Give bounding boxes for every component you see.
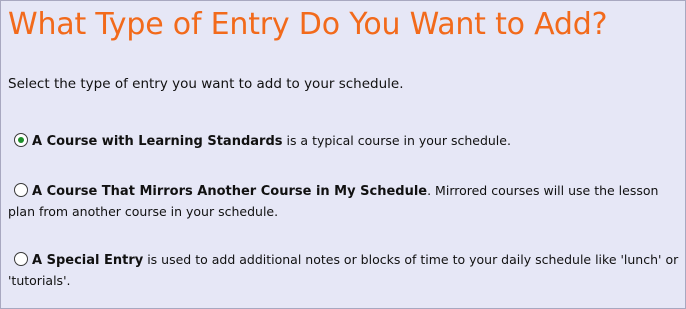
option-label: A Special Entry [32, 253, 144, 268]
radio-button[interactable] [14, 252, 28, 266]
page-title: What Type of Entry Do You Want to Add? [8, 7, 608, 42]
option-description: is a typical course in your schedule. [282, 133, 511, 148]
option-special-entry[interactable]: A Special Entry is used to add additiona… [8, 250, 680, 291]
option-course-with-standards[interactable]: A Course with Learning Standards is a ty… [8, 131, 680, 152]
option-label: A Course with Learning Standards [32, 134, 283, 149]
option-mirrored-course[interactable]: A Course That Mirrors Another Course in … [8, 181, 680, 222]
radio-button-selected[interactable] [14, 133, 28, 147]
option-label: A Course That Mirrors Another Course in … [32, 184, 428, 199]
entry-type-panel: What Type of Entry Do You Want to Add? S… [0, 0, 686, 309]
intro-text: Select the type of entry you want to add… [8, 76, 404, 92]
radio-button[interactable] [14, 183, 28, 197]
